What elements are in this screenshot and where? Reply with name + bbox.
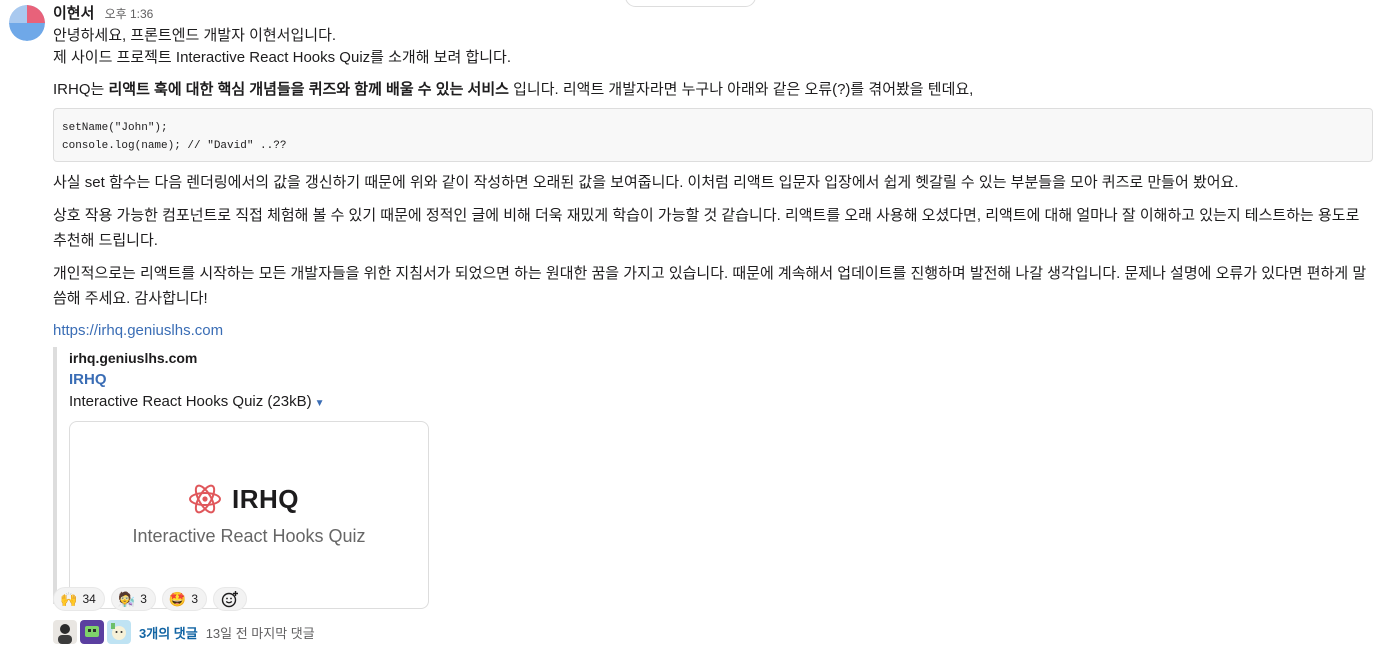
replies-count-link[interactable]: 3개의 댓글	[139, 623, 198, 642]
unfurl-title[interactable]: IRHQ	[69, 369, 1373, 391]
message-header: 이현서 오후 1:36	[53, 4, 1373, 24]
avatar-pie-icon	[9, 5, 45, 41]
code-block: setName("John"); console.log(name); // "…	[53, 108, 1373, 162]
reactions-bar: 🙌 34 🧑‍🔬 3 🤩 3	[53, 587, 253, 611]
paragraph-4: 상호 작용 가능한 컴포넌트로 직접 체험해 볼 수 있기 때문에 정적인 글에…	[53, 207, 1360, 249]
intro-paragraph: 안녕하세요, 프론트엔드 개발자 이현서입니다. 제 사이드 프로젝트 Inte…	[53, 25, 1373, 69]
reaction-count: 34	[82, 592, 96, 606]
reaction-star-struck[interactable]: 🤩 3	[161, 587, 208, 611]
code-line-2: console.log(name); // "David" ..??	[62, 140, 287, 152]
reply-avatar	[80, 620, 104, 644]
p2-suffix: 입니다. 리액트 개발자라면 누구나 아래와 같은 오류(?)를 겪어봤을 텐데…	[508, 81, 974, 98]
card-subtitle: Interactive React Hooks Quiz	[132, 526, 366, 546]
p2-prefix: IRHQ는	[53, 81, 109, 98]
link-unfurl: irhq.geniuslhs.com IRHQ Interactive Reac…	[53, 347, 1373, 609]
irhq-logo: IRHQ	[188, 482, 299, 516]
unfurl-site: irhq.geniuslhs.com	[69, 350, 198, 366]
logo-text: IRHQ	[232, 483, 299, 514]
message: 이현서 오후 1:36 안녕하세요, 프론트엔드 개발자 이현서입니다. 제 사…	[53, 4, 1373, 609]
add-emoji-icon	[221, 591, 239, 608]
paragraph-5: 개인적으로는 리액트를 시작하는 모든 개발자들을 위한 지침서가 되었으면 하…	[53, 265, 1367, 307]
p2-bold: 리액트 훅에 대한 핵심 개념들을 퀴즈와 함께 배울 수 있는 서비스	[108, 81, 509, 98]
reply-avatar	[53, 620, 77, 644]
sender-name[interactable]: 이현서	[53, 5, 94, 22]
paragraph-2: IRHQ는 리액트 훅에 대한 핵심 개념들을 퀴즈와 함께 배울 수 있는 서…	[53, 77, 1373, 102]
unfurl-description: Interactive React Hooks Quiz (23kB)	[69, 393, 312, 410]
intro-line-1: 안녕하세요, 프론트엔드 개발자 이현서입니다.	[53, 27, 337, 44]
scientist-icon: 🧑‍🔬	[117, 590, 136, 607]
reaction-count: 3	[140, 592, 147, 606]
add-reaction-button[interactable]	[213, 587, 248, 611]
reply-avatar-3-icon	[107, 620, 131, 644]
unfurl-image-card[interactable]: IRHQ Interactive React Hooks Quiz	[69, 421, 429, 609]
reply-avatar-2-icon	[80, 620, 104, 644]
unfurl-description-row: Interactive React Hooks Quiz (23kB) ▼	[69, 391, 1373, 415]
intro-line-2: 제 사이드 프로젝트 Interactive React Hooks Quiz를…	[53, 49, 512, 66]
star-struck-icon: 🤩	[168, 590, 187, 607]
url-link-row: https://irhq.geniuslhs.com	[53, 319, 1373, 343]
timestamp[interactable]: 오후 1:36	[105, 7, 154, 21]
reaction-count: 3	[191, 592, 199, 606]
code-line-1: setName("John");	[62, 122, 168, 134]
react-atom-icon	[189, 484, 221, 514]
thread-summary[interactable]: 3개의 댓글 13일 전 마지막 댓글	[53, 620, 315, 644]
paragraph-3: 사실 set 함수는 다음 렌더링에서의 값을 갱신하기 때문에 위와 같이 작…	[53, 174, 1239, 191]
reply-avatar-1-icon	[53, 620, 77, 644]
raised-hands-icon: 🙌	[60, 590, 78, 607]
reaction-raised-hands[interactable]: 🙌 34	[53, 587, 105, 611]
reaction-scientist[interactable]: 🧑‍🔬 3	[110, 587, 156, 611]
avatar[interactable]	[9, 5, 45, 41]
collapse-caret-icon[interactable]: ▼	[315, 398, 325, 409]
reply-avatar	[107, 620, 131, 644]
url-link[interactable]: https://irhq.geniuslhs.com	[53, 322, 223, 339]
last-reply-time: 13일 전 마지막 댓글	[205, 625, 315, 641]
